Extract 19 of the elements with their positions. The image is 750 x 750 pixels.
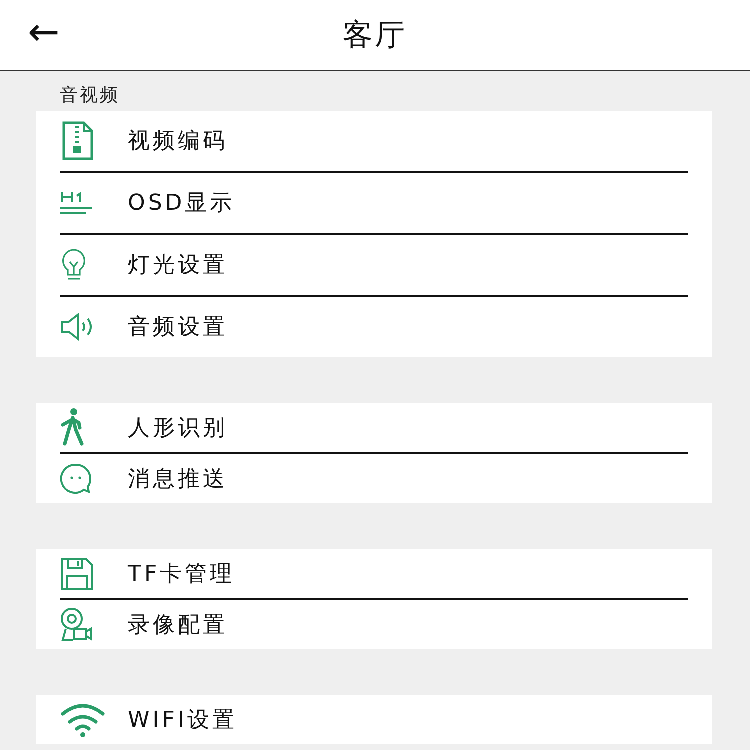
settings-item[interactable]: WIFI设置 bbox=[60, 695, 688, 744]
settings-item[interactable]: TF卡管理 bbox=[60, 549, 688, 598]
walking-person-icon bbox=[60, 408, 86, 448]
zip-file-icon bbox=[60, 121, 96, 161]
light-bulb-icon bbox=[60, 248, 88, 282]
settings-item[interactable]: 灯光设置 bbox=[60, 233, 688, 295]
settings-item[interactable]: 人形识别 bbox=[60, 403, 688, 452]
settings-item[interactable]: 录像配置 bbox=[60, 598, 688, 649]
heading-icon bbox=[60, 190, 94, 216]
camera-icon bbox=[60, 606, 94, 642]
settings-item[interactable]: 消息推送 bbox=[60, 452, 688, 503]
settings-item[interactable]: 视频编码 bbox=[60, 111, 688, 171]
page-title: 客厅 bbox=[343, 16, 407, 54]
wifi-icon bbox=[60, 702, 106, 738]
settings-item[interactable]: 音频设置 bbox=[60, 295, 688, 357]
chat-bubble-icon bbox=[60, 462, 92, 494]
section-title: 音视频 bbox=[59, 84, 121, 108]
settings-item[interactable]: OSD显示 bbox=[60, 171, 688, 233]
back-button[interactable]: ← bbox=[28, 12, 60, 52]
